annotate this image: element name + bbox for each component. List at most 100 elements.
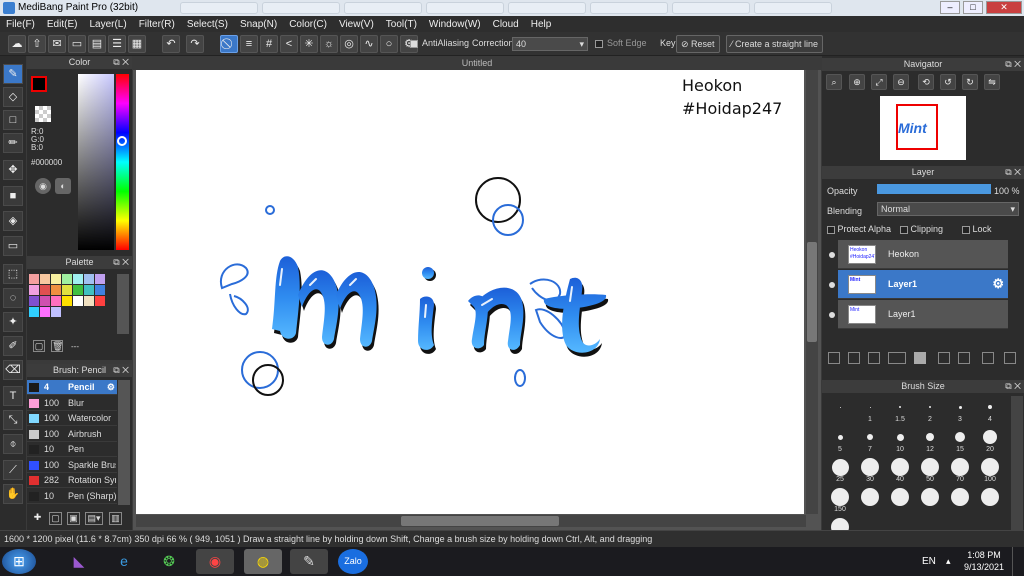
maximize-button[interactable]: □ xyxy=(963,1,983,14)
concentric-snap-icon[interactable]: ◎ xyxy=(340,35,358,53)
layer-menu-icon[interactable] xyxy=(888,352,906,364)
layer-row[interactable]: Mint Layer1 xyxy=(838,300,1008,329)
brush-size-option[interactable] xyxy=(946,486,974,514)
close-icon[interactable]: ⧉ ✕ xyxy=(113,56,129,69)
minimize-button[interactable]: – xyxy=(940,1,960,14)
brush-size-option[interactable]: 3 xyxy=(946,396,974,424)
protect-alpha-checkbox[interactable]: Protect Alpha xyxy=(827,224,891,234)
brush-size-option[interactable]: 2 xyxy=(916,396,944,424)
eraser-tool-icon[interactable]: ◇ xyxy=(3,87,23,107)
opacity-slider[interactable] xyxy=(877,184,991,194)
foreground-color-swatch[interactable] xyxy=(31,76,47,92)
palette-swatch[interactable] xyxy=(84,285,94,295)
zoom-icon[interactable]: ⌕ xyxy=(826,74,842,90)
trash-icon[interactable]: 🗑 xyxy=(51,340,63,352)
gradient-tool-icon[interactable]: ▭ xyxy=(3,236,23,256)
new-brush-icon[interactable]: ▢ xyxy=(49,512,62,525)
parallel-snap-icon[interactable]: ≡ xyxy=(240,35,258,53)
cross-snap-icon[interactable]: # xyxy=(260,35,278,53)
visibility-toggle[interactable] xyxy=(829,252,835,258)
drawing-canvas[interactable]: Heokon #Hoidap247 xyxy=(136,70,804,514)
palette-swatch[interactable] xyxy=(40,274,50,284)
palette-swatch[interactable] xyxy=(62,274,72,284)
clipping-checkbox[interactable]: Clipping xyxy=(900,224,943,234)
divide-tool-icon[interactable]: ⟋ xyxy=(3,460,23,480)
canvas-vscrollbar[interactable] xyxy=(806,70,818,514)
grid-icon[interactable]: ▦ xyxy=(128,35,146,53)
eyedropper-tool-icon[interactable]: ⌽ xyxy=(3,434,23,454)
palette-swatch[interactable] xyxy=(29,285,39,295)
document-tab[interactable]: Untitled xyxy=(133,56,821,70)
radial-snap-icon[interactable]: ✳ xyxy=(300,35,318,53)
soft-edge-checkbox[interactable] xyxy=(595,38,603,48)
visual-studio-icon[interactable]: ◣ xyxy=(60,549,98,574)
share-icon[interactable]: ⇧ xyxy=(28,35,46,53)
brush-size-option[interactable]: 12 xyxy=(916,426,944,454)
circle-snap-icon[interactable]: ○ xyxy=(380,35,398,53)
brush-size-option[interactable]: 70 xyxy=(946,456,974,484)
brush-size-option[interactable]: 150 xyxy=(826,486,854,514)
hue-slider[interactable] xyxy=(116,74,129,250)
brush-size-option[interactable]: 30 xyxy=(856,456,884,484)
menu-file[interactable]: File(F) xyxy=(0,19,41,30)
document-icon[interactable]: ▤ xyxy=(88,35,106,53)
brush-size-option[interactable] xyxy=(886,486,914,514)
clock[interactable]: 1:08 PM 9/13/2021 xyxy=(962,549,1006,573)
folder-icon[interactable] xyxy=(914,352,926,364)
new-layer-icon[interactable] xyxy=(828,352,840,364)
close-icon[interactable]: ⧉ ✕ xyxy=(113,364,129,377)
palette-swatch[interactable] xyxy=(84,274,94,284)
vanish-snap-icon[interactable]: < xyxy=(280,35,298,53)
rotate-reset-icon[interactable]: ⟲ xyxy=(918,74,934,90)
menu-cloud[interactable]: Cloud xyxy=(487,19,525,30)
visibility-toggle[interactable] xyxy=(829,282,835,288)
brush-size-option[interactable]: 4 xyxy=(976,396,1004,424)
gear-icon[interactable]: ⚙ xyxy=(992,276,1004,292)
layer-settings-icon[interactable] xyxy=(982,352,994,364)
palette-swatch[interactable] xyxy=(62,296,72,306)
new-halftone-layer-icon[interactable] xyxy=(848,352,860,364)
start-button[interactable]: ⊞ xyxy=(2,549,36,574)
brush-size-option[interactable]: 50 xyxy=(916,456,944,484)
palette-swatch[interactable] xyxy=(51,307,61,317)
close-icon[interactable]: ⧉ ✕ xyxy=(1005,380,1021,393)
fit-icon[interactable]: ⤢ xyxy=(871,74,887,90)
brush-size-option[interactable]: 100 xyxy=(976,456,1004,484)
curve-snap-icon[interactable]: ∿ xyxy=(360,35,378,53)
palette-swatch[interactable] xyxy=(95,274,105,284)
brush-tool-icon[interactable]: ✎ xyxy=(3,64,23,84)
brush-size-option[interactable]: 10 xyxy=(886,426,914,454)
viewport-rect[interactable] xyxy=(896,104,938,150)
palette-icon[interactable]: ◉ xyxy=(35,178,51,194)
navigator-preview[interactable]: Mint xyxy=(880,96,966,160)
palette-swatch[interactable] xyxy=(51,285,61,295)
brush-item[interactable]: 4 Pencil ⚙ xyxy=(27,380,117,395)
hand-tool-icon[interactable]: ✋ xyxy=(3,484,23,504)
zoom-out-icon[interactable]: ⊖ xyxy=(893,74,909,90)
palette-scrollbar[interactable] xyxy=(117,274,129,334)
chat-icon[interactable]: ▭ xyxy=(68,35,86,53)
palette-swatch[interactable] xyxy=(95,285,105,295)
menu-snap[interactable]: Snap(N) xyxy=(234,19,283,30)
medibang-icon[interactable]: ◍ xyxy=(244,549,282,574)
select-tool-icon[interactable]: ⬚ xyxy=(3,264,23,284)
select-eraser-tool-icon[interactable]: ⌫ xyxy=(3,360,23,380)
brush-item[interactable]: 10 Pen xyxy=(27,442,117,457)
snap-off-icon[interactable]: ⃠ xyxy=(220,35,238,53)
gear-icon[interactable]: ⚙ xyxy=(107,380,115,395)
layer-row[interactable]: Mint Layer1 ⚙ xyxy=(838,270,1008,299)
palette-swatch[interactable] xyxy=(40,285,50,295)
palette-swatch[interactable] xyxy=(29,296,39,306)
palette-settings-icon[interactable]: ◐ xyxy=(55,178,71,194)
copy-brush-icon[interactable]: ▣ xyxy=(67,512,80,525)
new-palette-icon[interactable]: ▢ xyxy=(33,340,45,352)
palette-swatch[interactable] xyxy=(51,274,61,284)
palette-swatch[interactable] xyxy=(40,296,50,306)
select-rect-tool-icon[interactable]: □ xyxy=(3,110,23,130)
brush-item[interactable]: 100 Watercolor xyxy=(27,411,117,426)
close-icon[interactable]: ⧉ ✕ xyxy=(1005,166,1021,179)
brush-item[interactable]: 100 Sparkle Brush xyxy=(27,458,117,473)
comment-icon[interactable]: ✉ xyxy=(48,35,66,53)
palette-swatch[interactable] xyxy=(73,296,83,306)
chrome-icon[interactable]: ◉ xyxy=(196,549,234,574)
